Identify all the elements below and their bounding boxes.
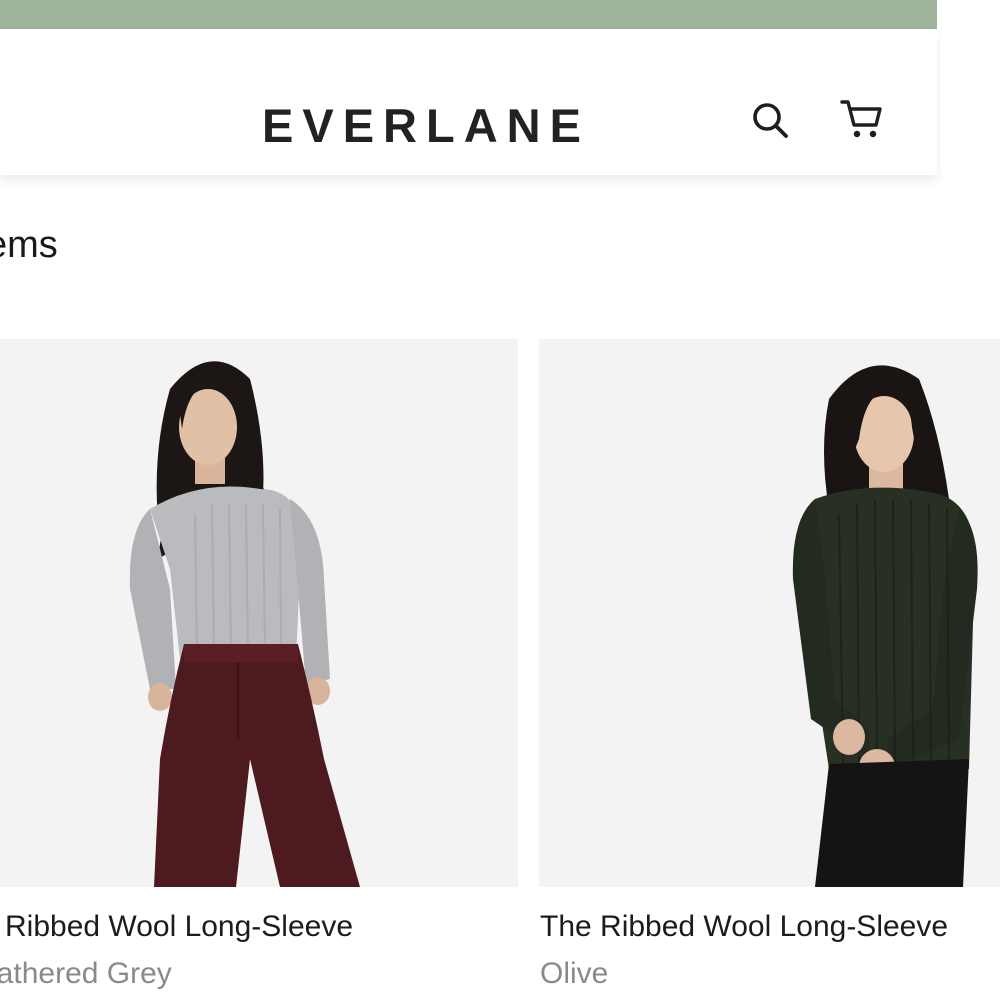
product-color: eathered Grey: [0, 957, 172, 990]
search-button[interactable]: [746, 96, 794, 144]
product-image[interactable]: [0, 339, 518, 887]
product-name[interactable]: The Ribbed Wool Long-Sleeve: [540, 907, 948, 947]
item-count: ems: [0, 224, 58, 266]
product-image[interactable]: [539, 339, 1000, 887]
model-photo-grey-sweater: [129, 361, 360, 887]
product-card[interactable]: e Ribbed Wool Long-Sleeve eathered Grey: [0, 339, 518, 990]
model-photo-olive-sweater: [792, 365, 978, 887]
cart-icon: [840, 100, 882, 138]
search-icon: [753, 103, 788, 138]
page: EVERLANE ems: [0, 0, 1000, 1000]
cart-button[interactable]: [838, 95, 886, 143]
product-name[interactable]: e Ribbed Wool Long-Sleeve: [0, 907, 353, 947]
product-card[interactable]: The Ribbed Wool Long-Sleeve Olive: [539, 339, 1000, 990]
everlane-logo[interactable]: EVERLANE: [262, 99, 602, 153]
site-header: EVERLANE: [0, 29, 937, 175]
promo-strip[interactable]: [0, 0, 937, 29]
product-color: Olive: [540, 957, 609, 990]
